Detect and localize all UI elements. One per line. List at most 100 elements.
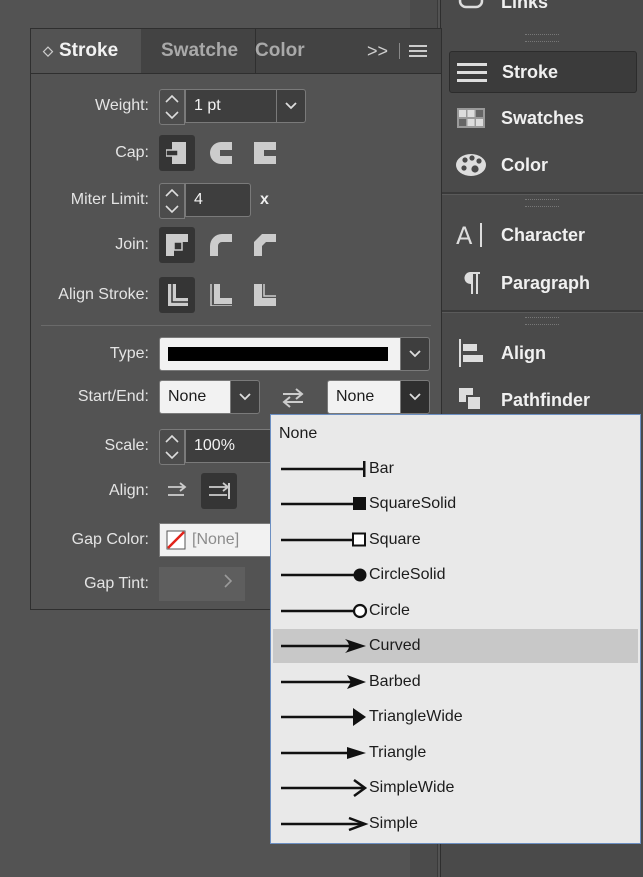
dock-item-character[interactable]: A Character — [449, 215, 635, 255]
bevel-join-button[interactable] — [247, 227, 283, 263]
tab-divider — [399, 43, 400, 59]
weight-input[interactable]: 1 pt — [185, 89, 277, 123]
projecting-cap-icon — [254, 142, 276, 164]
dock-item-stroke[interactable]: Stroke — [449, 51, 637, 93]
miter-limit-label: Miter Limit: — [70, 191, 149, 208]
type-label: Type: — [109, 345, 149, 362]
round-cap-icon — [210, 142, 232, 164]
simple-wide-arrowhead-icon — [281, 778, 368, 798]
triangle-arrowhead-icon — [281, 747, 366, 759]
left-canvas-strip — [0, 0, 30, 877]
miter-limit-stepper[interactable] — [159, 183, 185, 219]
dock-grip[interactable] — [525, 199, 559, 207]
menu-item-circle[interactable]: Circle — [273, 594, 638, 628]
dock-item-label: Align — [501, 342, 546, 363]
dock-item-label: Paragraph — [501, 272, 591, 293]
scale-input[interactable]: 100% — [185, 429, 271, 463]
type-dropdown-button[interactable] — [400, 337, 430, 371]
weight-dropdown-button[interactable] — [276, 89, 306, 123]
gap-color-value: [None] — [192, 531, 240, 548]
round-cap-button[interactable] — [203, 135, 239, 171]
start-arrowhead-field[interactable]: None — [159, 380, 231, 414]
dock-grip[interactable] — [525, 34, 559, 42]
align-inside-icon — [210, 284, 232, 306]
panel-tab-bar: ◇ Stroke Swatche Color >> — [31, 29, 441, 74]
dock-item-paragraph[interactable]: Paragraph — [449, 263, 635, 303]
pathfinder-icon — [453, 386, 489, 414]
round-join-icon — [210, 234, 232, 256]
start-end-label: Start/End: — [77, 388, 149, 405]
dock-item-color[interactable]: Color — [449, 145, 635, 185]
stroke-type-field[interactable] — [159, 337, 401, 371]
dock-separator — [441, 310, 643, 313]
miter-limit-input[interactable]: 4 — [185, 183, 251, 217]
menu-item-none[interactable]: None — [273, 417, 643, 451]
swatches-grid-icon — [453, 108, 489, 128]
scale-label: Scale: — [104, 437, 149, 454]
panel-menu-button[interactable] — [409, 29, 431, 73]
butt-cap-button[interactable] — [159, 135, 195, 171]
bevel-join-icon — [254, 234, 276, 256]
dock-item-align[interactable]: Align — [449, 333, 635, 373]
arrowhead-dropdown-menu: None Bar SquareSolid Square CircleSolid … — [270, 414, 641, 844]
tab-swatches[interactable]: Swatche — [143, 29, 256, 73]
menu-item-curved[interactable]: Curved — [273, 629, 638, 663]
dock-item-label: Character — [501, 224, 586, 245]
curved-arrowhead-icon — [281, 639, 366, 653]
square-arrowhead-icon — [281, 532, 366, 547]
chevron-down-icon — [409, 393, 421, 401]
miter-join-button[interactable] — [159, 227, 195, 263]
align-stroke-outside-button[interactable] — [247, 277, 283, 313]
align-center-icon — [168, 284, 188, 306]
menu-item-barbed[interactable]: Barbed — [273, 665, 638, 699]
panel-overflow-button[interactable]: >> — [367, 29, 397, 73]
align-stroke-label: Align Stroke: — [58, 286, 149, 303]
tab-color[interactable]: Color — [253, 29, 335, 73]
end-arrowhead-dropdown-button[interactable] — [400, 380, 430, 414]
svg-text:A: A — [456, 222, 473, 249]
tab-stroke[interactable]: ◇ Stroke — [31, 29, 141, 73]
dock-item-swatches[interactable]: Swatches — [449, 98, 635, 138]
bar-arrowhead-icon — [281, 461, 366, 477]
align-stroke-center-button[interactable] — [159, 277, 195, 313]
join-label: Join: — [115, 236, 149, 253]
butt-cap-icon — [166, 142, 186, 164]
gap-color-label: Gap Color: — [71, 531, 149, 548]
projecting-cap-button[interactable] — [247, 135, 283, 171]
chevron-down-icon — [285, 102, 297, 110]
align-stroke-inside-button[interactable] — [203, 277, 239, 313]
menu-item-trianglewide[interactable]: TriangleWide — [273, 700, 638, 734]
menu-item-squaresolid[interactable]: SquareSolid — [273, 487, 638, 521]
solid-line-preview — [168, 347, 388, 361]
dock-item-links[interactable]: Links — [449, 0, 635, 22]
weight-stepper[interactable] — [159, 89, 185, 125]
end-arrowhead-field[interactable]: None — [327, 380, 401, 414]
gap-tint-chevron-right-icon — [223, 573, 233, 594]
miter-join-icon — [166, 234, 188, 256]
swap-arrowheads-button[interactable] — [275, 380, 311, 416]
cap-label: Cap: — [115, 144, 149, 161]
start-arrowhead-dropdown-button[interactable] — [230, 380, 260, 414]
menu-item-square[interactable]: Square — [273, 523, 638, 557]
place-arrow-tip-button[interactable] — [201, 473, 237, 509]
none-swatch-icon — [166, 530, 186, 550]
dock-separator — [441, 192, 643, 195]
dock-item-label: Color — [501, 154, 548, 175]
palette-icon — [453, 152, 489, 178]
menu-item-circlesolid[interactable]: CircleSolid — [273, 558, 638, 592]
arrow-align-place-icon — [209, 482, 230, 499]
tab-collapse-icon: ◇ — [43, 43, 53, 58]
scale-stepper[interactable] — [159, 429, 185, 465]
triangle-wide-arrowhead-icon — [281, 708, 366, 726]
menu-item-triangle[interactable]: Triangle — [273, 736, 638, 770]
circle-solid-arrowhead-icon — [281, 568, 367, 582]
gap-color-field[interactable]: [None] — [159, 523, 271, 557]
circle-arrowhead-icon — [281, 603, 368, 619]
extend-arrow-tip-button[interactable] — [159, 473, 195, 509]
dock-grip[interactable] — [525, 317, 559, 325]
menu-item-bar[interactable]: Bar — [273, 452, 638, 486]
round-join-button[interactable] — [203, 227, 239, 263]
menu-item-simple[interactable]: Simple — [273, 807, 638, 841]
arrow-align-extend-icon — [168, 482, 187, 496]
menu-item-simplewide[interactable]: SimpleWide — [273, 771, 638, 805]
